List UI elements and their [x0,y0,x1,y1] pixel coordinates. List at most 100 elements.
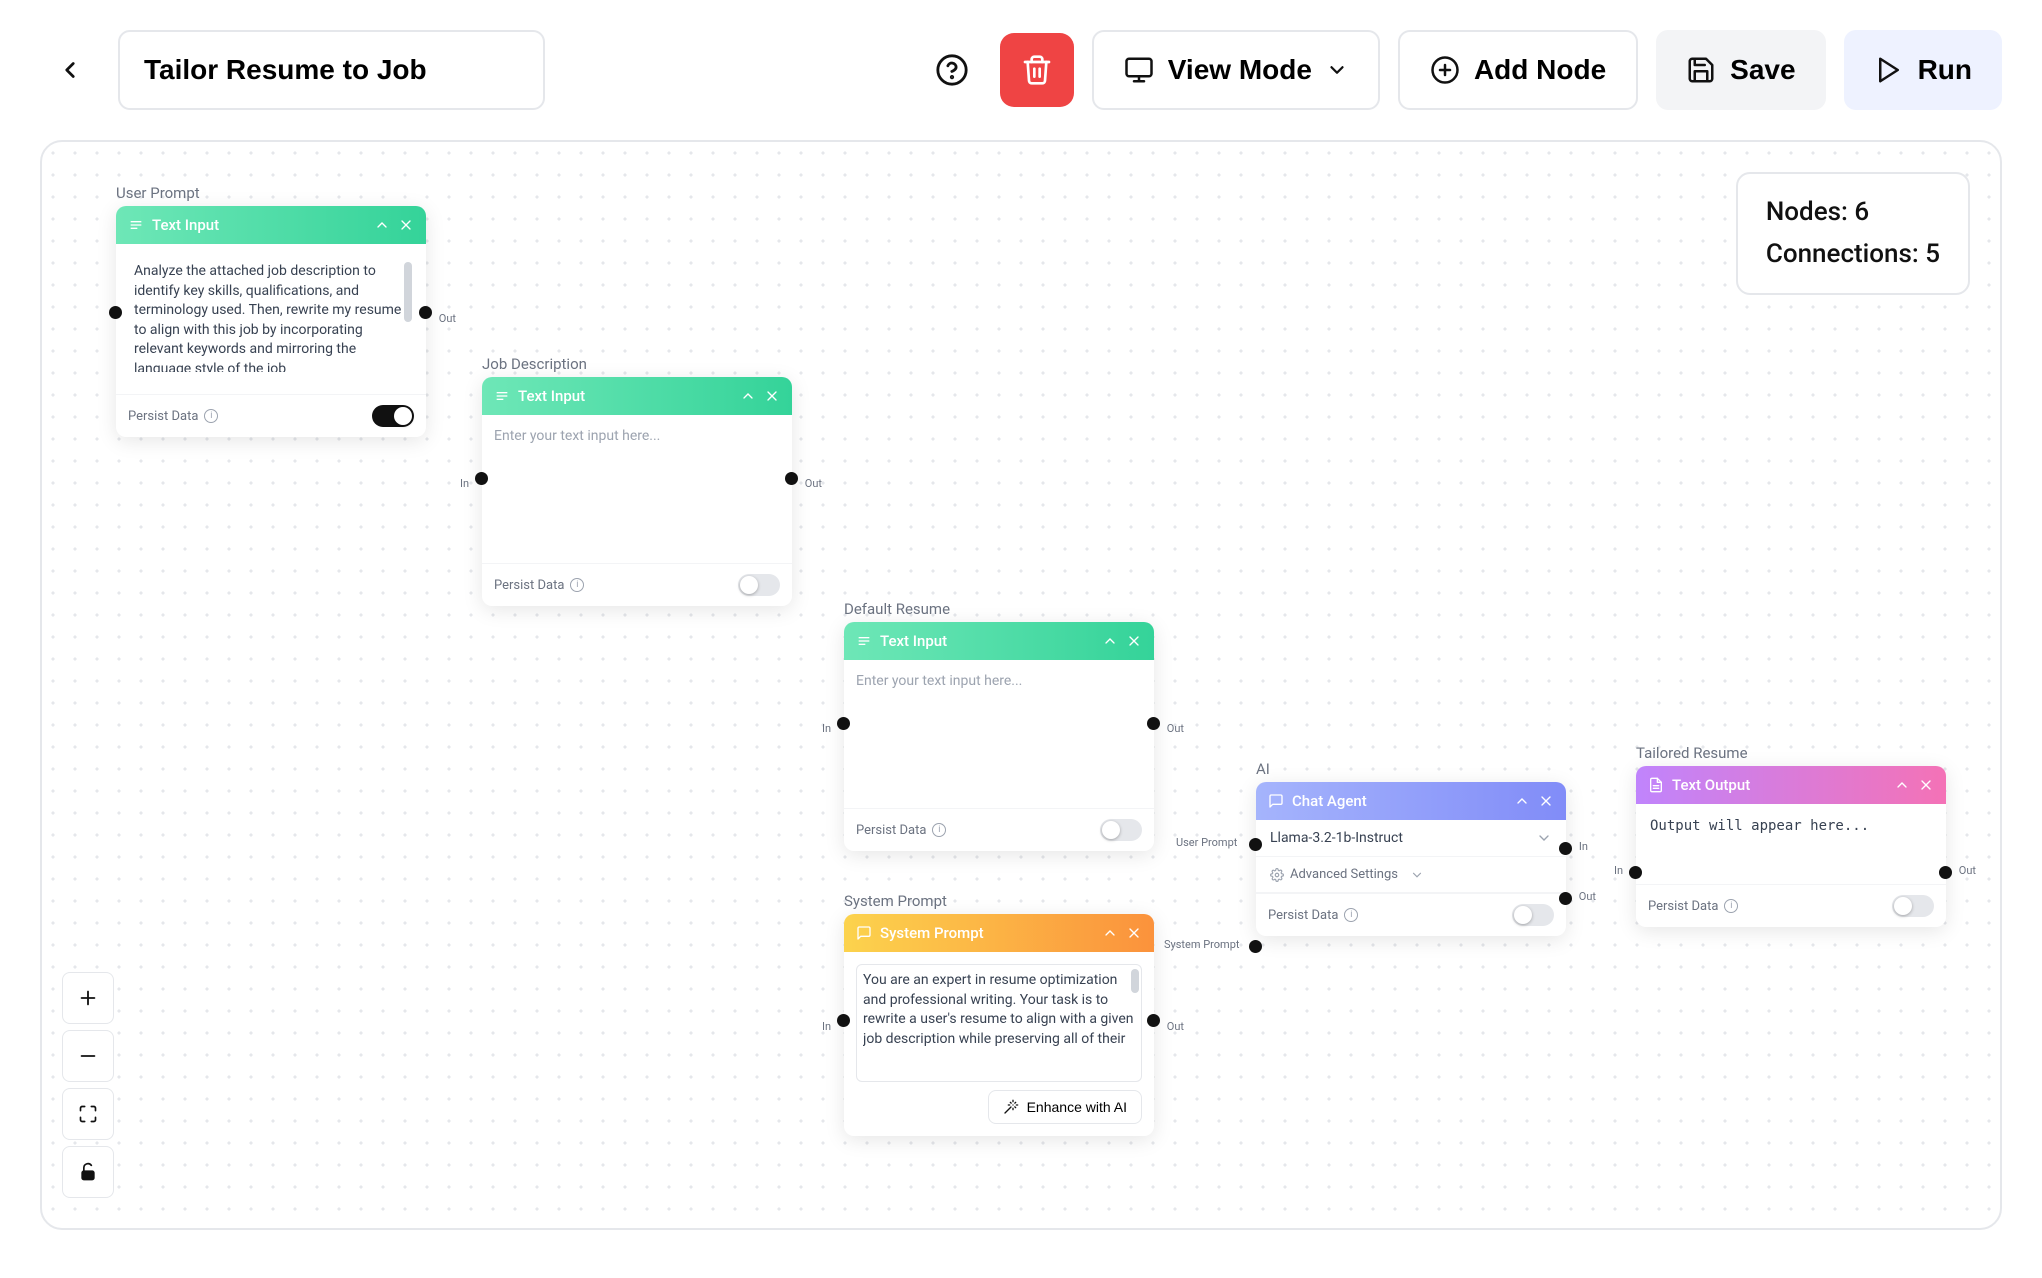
close-icon [1918,777,1934,793]
port-in-extra-label: In [1579,840,1588,853]
node-job-description[interactable]: Job Description Text Input Persist Data … [482,377,792,606]
lock-button[interactable] [62,1146,114,1198]
collapse-button[interactable] [374,217,390,233]
collapse-button[interactable] [740,388,756,404]
help-button[interactable] [922,40,982,100]
node-header[interactable]: Text Input [844,622,1154,660]
port-out[interactable] [1939,866,1952,879]
text-input-textarea[interactable] [494,427,780,547]
plus-circle-icon [1430,55,1460,85]
text-input-icon [494,388,510,404]
unlock-icon [78,1162,98,1182]
canvas[interactable]: Nodes: 6 Connections: 5 User Prompt Text [40,140,2002,1230]
persist-toggle[interactable] [372,405,414,427]
port-in-hidden[interactable] [109,306,122,319]
node-header[interactable]: Text Input [482,377,792,415]
scrollbar[interactable] [1131,969,1139,993]
close-node-button[interactable] [1918,777,1934,793]
info-icon[interactable]: i [1724,899,1738,913]
persist-toggle[interactable] [1892,895,1934,917]
port-out-label: Out [1167,722,1184,735]
save-icon [1686,55,1716,85]
port-out[interactable] [1147,717,1160,730]
model-select[interactable]: Llama-3.2-1b-Instruct [1256,820,1566,857]
port-out[interactable] [1147,1014,1160,1027]
advanced-settings-row[interactable]: Advanced Settings [1256,857,1566,893]
port-in-label: In [1614,864,1623,877]
close-node-button[interactable] [1538,793,1554,809]
node-header[interactable]: Chat Agent [1256,782,1566,820]
port-in[interactable] [837,717,850,730]
save-button[interactable]: Save [1656,30,1825,110]
zoom-in-button[interactable] [62,972,114,1024]
help-icon [935,53,969,87]
port-in[interactable] [837,1014,850,1027]
connections-count: Connections: 5 [1766,234,1940,276]
close-node-button[interactable] [1126,925,1142,941]
view-mode-button[interactable]: View Mode [1092,30,1380,110]
port-out[interactable] [785,472,798,485]
node-user-prompt[interactable]: User Prompt Text Input Persist Data i [116,206,426,437]
collapse-button[interactable] [1894,777,1910,793]
node-type: Text Input [518,387,585,405]
collapse-button[interactable] [1514,793,1530,809]
info-icon[interactable]: i [1344,908,1358,922]
trash-icon [1021,54,1053,86]
node-tailored-resume[interactable]: Tailored Resume Text Output Output will … [1636,766,1946,927]
play-icon [1874,55,1904,85]
node-ai-chat-agent[interactable]: AI Chat Agent Llama-3.2-1b-Instruct Adva… [1256,782,1566,936]
info-icon[interactable]: i [932,823,946,837]
persist-toggle[interactable] [1100,819,1142,841]
info-icon[interactable]: i [204,409,218,423]
monitor-icon [1124,55,1154,85]
back-button[interactable] [40,40,100,100]
text-input-icon [856,633,872,649]
node-header[interactable]: Text Input [116,206,426,244]
info-icon[interactable]: i [570,578,584,592]
port-in[interactable] [1629,866,1642,879]
enhance-ai-button[interactable]: Enhance with AI [988,1090,1142,1124]
collapse-button[interactable] [1102,925,1118,941]
close-node-button[interactable] [764,388,780,404]
collapse-button[interactable] [1102,633,1118,649]
scrollbar[interactable] [404,262,412,322]
zoom-out-button[interactable] [62,1030,114,1082]
port-in-label: In [822,1020,831,1033]
port-in-extra[interactable] [1559,842,1572,855]
node-default-resume[interactable]: Default Resume Text Input Persist Data i… [844,622,1154,851]
enhance-label: Enhance with AI [1027,1099,1127,1115]
node-header[interactable]: System Prompt [844,914,1154,952]
wand-icon [1003,1099,1019,1115]
persist-toggle[interactable] [738,574,780,596]
system-prompt-textarea[interactable] [863,971,1135,1071]
close-node-button[interactable] [398,217,414,233]
port-out[interactable] [419,306,432,319]
fit-view-button[interactable] [62,1088,114,1140]
node-label: AI [1256,760,1270,778]
persist-toggle[interactable] [1512,904,1554,926]
node-header[interactable]: Text Output [1636,766,1946,804]
add-node-button[interactable]: Add Node [1398,30,1638,110]
port-out-label: Out [805,477,822,490]
text-input-icon [128,217,144,233]
port-out-label: Out [1579,890,1596,903]
workflow-title-input[interactable] [118,30,545,110]
run-button[interactable]: Run [1844,30,2002,110]
port-in[interactable] [475,472,488,485]
delete-button[interactable] [1000,33,1074,107]
text-input-textarea[interactable] [134,262,408,372]
port-out-label: Out [1959,864,1976,877]
port-in-label: In [822,722,831,735]
persist-label: Persist Data [1648,899,1718,914]
chevron-up-icon [740,388,756,404]
chevron-up-icon [1102,633,1118,649]
port-out[interactable] [1559,892,1572,905]
port-user-prompt[interactable] [1249,838,1262,851]
close-node-button[interactable] [1126,633,1142,649]
port-system-prompt[interactable] [1249,940,1262,953]
node-type: Text Input [880,632,947,650]
node-system-prompt[interactable]: System Prompt System Prompt Enhance with… [844,914,1154,1136]
text-input-textarea[interactable] [856,672,1142,792]
plus-icon [77,987,99,1009]
node-label: User Prompt [116,184,200,202]
